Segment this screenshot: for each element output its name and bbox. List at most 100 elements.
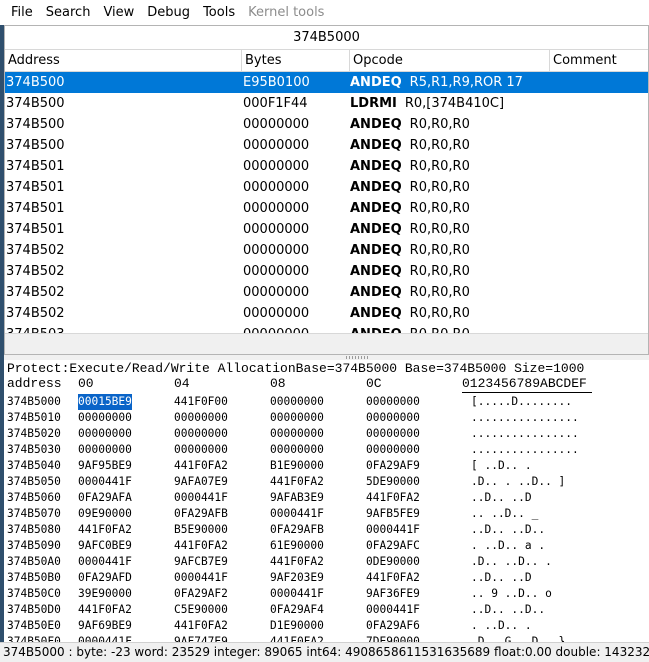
hex-ascii[interactable]: . ..D.. .: [471, 618, 532, 634]
hex-ascii[interactable]: .. ..D.. _: [471, 506, 538, 522]
hex-cell[interactable]: 0FA29AF6: [366, 618, 420, 634]
hex-cell[interactable]: 441F0FA2: [78, 522, 132, 538]
hex-cell[interactable]: 00000000: [78, 442, 132, 458]
hex-address[interactable]: 374B5050: [7, 474, 61, 490]
hex-cell[interactable]: D1E90000: [270, 618, 324, 634]
menu-item-file[interactable]: File: [0, 0, 39, 25]
hex-cell[interactable]: 441F0FA2: [270, 474, 324, 490]
hex-address[interactable]: 374B5070: [7, 506, 61, 522]
horizontal-scrollbar[interactable]: [5, 333, 648, 354]
hex-address[interactable]: 374B5010: [7, 410, 61, 426]
hex-cell[interactable]: 0FA29AFC: [366, 538, 420, 554]
hex-cell[interactable]: 0DE90000: [366, 554, 420, 570]
hex-cell[interactable]: 0FA29AFD: [78, 570, 132, 586]
disasm-row[interactable]: 374B501 00000000 ANDEQ R0,R0,R0: [5, 219, 648, 240]
hex-cell[interactable]: 39E90000: [78, 586, 132, 602]
disasm-row[interactable]: 374B500 E95B0100 ANDEQ R5,R1,R9,ROR 17: [5, 72, 648, 93]
hex-cell[interactable]: 61E90000: [270, 538, 324, 554]
hex-ascii[interactable]: .D.. G ..D.. }: [471, 634, 565, 642]
hex-cell[interactable]: 0FA29AFB: [270, 522, 324, 538]
hex-address[interactable]: 374B50D0: [7, 602, 61, 618]
disasm-row[interactable]: 374B502 00000000 ANDEQ R0,R0,R0: [5, 282, 648, 303]
hex-address[interactable]: 374B50C0: [7, 586, 61, 602]
hex-address[interactable]: 374B5040: [7, 458, 61, 474]
hex-cell[interactable]: 0000441F: [78, 634, 132, 642]
hex-cell[interactable]: 9AFAB3E9: [270, 490, 324, 506]
hex-cell[interactable]: 441F0FA2: [78, 602, 132, 618]
hex-ascii[interactable]: ..D.. ..D: [471, 570, 532, 586]
hex-cell[interactable]: 9AFA07E9: [174, 474, 228, 490]
disasm-row[interactable]: 374B502 00000000 ANDEQ R0,R0,R0: [5, 261, 648, 282]
disasm-row[interactable]: 374B500 00000000 ANDEQ R0,R0,R0: [5, 135, 648, 156]
menu-item-tools[interactable]: Tools: [196, 0, 241, 25]
hex-cell[interactable]: 00000000: [270, 410, 324, 426]
hex-cell[interactable]: 0000441F: [270, 586, 324, 602]
hex-cell[interactable]: 09E90000: [78, 506, 132, 522]
hex-cell[interactable]: 5DE90000: [366, 474, 420, 490]
hex-ascii[interactable]: .D.. ..D.. .: [471, 554, 552, 570]
hex-cell[interactable]: 00000000: [270, 394, 324, 410]
disasm-row[interactable]: 374B502 00000000 ANDEQ R0,R0,R0: [5, 303, 648, 324]
hex-cell[interactable]: 441F0FA2: [270, 554, 324, 570]
hex-address[interactable]: 374B50F0: [7, 634, 61, 642]
hex-cell[interactable]: 0FA29AFA: [78, 490, 132, 506]
hex-cell[interactable]: 9AF36FE9: [366, 586, 420, 602]
hex-address[interactable]: 374B5030: [7, 442, 61, 458]
disasm-row[interactable]: 374B501 00000000 ANDEQ R0,R0,R0: [5, 156, 648, 177]
hex-cell[interactable]: 0FA29AF9: [366, 458, 420, 474]
hex-cell[interactable]: 9AF747E9: [174, 634, 228, 642]
hex-cell[interactable]: 441F0FA2: [366, 490, 420, 506]
hex-address[interactable]: 374B50B0: [7, 570, 61, 586]
hex-address[interactable]: 374B5090: [7, 538, 61, 554]
hex-ascii[interactable]: ................: [471, 410, 579, 426]
hex-ascii[interactable]: ..D.. ..D: [471, 490, 532, 506]
hex-ascii[interactable]: ..D.. ..D..: [471, 602, 545, 618]
hex-cell[interactable]: 9AF203E9: [270, 570, 324, 586]
hex-cell[interactable]: 441F0F00: [174, 394, 228, 410]
hex-cell[interactable]: 00000000: [78, 426, 132, 442]
hex-cell[interactable]: B5E90000: [174, 522, 228, 538]
column-header-address[interactable]: Address: [5, 50, 242, 71]
hex-cell[interactable]: 9AFCB7E9: [174, 554, 228, 570]
hex-cell[interactable]: 0000441F: [78, 474, 132, 490]
hex-cell[interactable]: 00000000: [366, 442, 420, 458]
hex-cell[interactable]: C5E90000: [174, 602, 228, 618]
hex-cell[interactable]: 0FA29AFB: [174, 506, 228, 522]
hex-cell[interactable]: 7DE90000: [366, 634, 420, 642]
hex-cell[interactable]: 441F0FA2: [174, 538, 228, 554]
hex-cell[interactable]: 00000000: [366, 394, 420, 410]
disasm-row[interactable]: 374B501 00000000 ANDEQ R0,R0,R0: [5, 198, 648, 219]
hex-cell[interactable]: 0000441F: [174, 490, 228, 506]
hex-ascii[interactable]: ................: [471, 426, 579, 442]
hex-ascii[interactable]: ................: [471, 442, 579, 458]
hex-ascii[interactable]: .D.. . ..D.. ]: [471, 474, 565, 490]
hex-cell[interactable]: 0FA29AF4: [270, 602, 324, 618]
hex-cell[interactable]: 00000000: [78, 410, 132, 426]
hex-cell[interactable]: 441F0FA2: [174, 618, 228, 634]
hex-cell[interactable]: 441F0FA2: [174, 458, 228, 474]
hex-cell[interactable]: 0000441F: [174, 570, 228, 586]
hex-cell[interactable]: 9AF95BE9: [78, 458, 132, 474]
hex-cell[interactable]: 441F0FA2: [270, 634, 324, 642]
hex-cell[interactable]: 00000000: [270, 442, 324, 458]
hex-cell[interactable]: 00000000: [174, 410, 228, 426]
disasm-row[interactable]: 374B501 00000000 ANDEQ R0,R0,R0: [5, 177, 648, 198]
hex-cell[interactable]: 0000441F: [366, 522, 420, 538]
hex-cell[interactable]: 0000441F: [270, 506, 324, 522]
disasm-row[interactable]: 374B502 00000000 ANDEQ R0,R0,R0: [5, 240, 648, 261]
hex-cell[interactable]: 441F0FA2: [366, 570, 420, 586]
hex-ascii[interactable]: .. 9 ..D.. o: [471, 586, 552, 602]
hex-ascii[interactable]: ..D.. ..D..: [471, 522, 545, 538]
disasm-row[interactable]: 374B500 000F1F44 LDRMI R0,[374B410C]: [5, 93, 648, 114]
menu-item-search[interactable]: Search: [39, 0, 97, 25]
hex-cell[interactable]: 00000000: [174, 426, 228, 442]
hex-address[interactable]: 374B5020: [7, 426, 61, 442]
hex-address[interactable]: 374B5000: [7, 394, 61, 410]
menu-item-view[interactable]: View: [96, 0, 140, 25]
hex-cell[interactable]: 9AFC0BE9: [78, 538, 132, 554]
hex-ascii[interactable]: . ..D.. a .: [471, 538, 545, 554]
column-header-bytes[interactable]: Bytes: [242, 50, 350, 71]
hex-address[interactable]: 374B50E0: [7, 618, 61, 634]
hex-cell[interactable]: 00000000: [174, 442, 228, 458]
hex-cell[interactable]: 00000000: [270, 426, 324, 442]
